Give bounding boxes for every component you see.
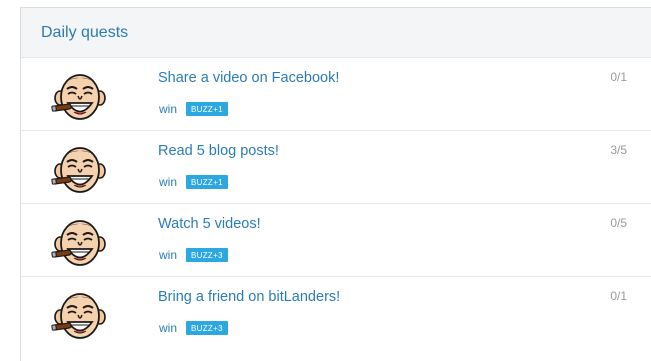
quest-title-link[interactable]: Bring a friend on bitLanders! <box>158 289 340 305</box>
quest-title-link[interactable]: Share a video on Facebook! <box>158 70 339 86</box>
buzz-badge: BUZZ+1 <box>186 102 228 116</box>
reward-label: win <box>159 321 178 335</box>
panel-title: Daily quests <box>41 23 129 41</box>
quest-progress: 0/1 <box>610 70 627 84</box>
buzz-badge: BUZZ+1 <box>186 175 228 189</box>
quest-list: Share a video on Facebook! win BUZZ+1 0/… <box>21 58 651 350</box>
reward-row: win BUZZ+3 <box>159 248 228 262</box>
quest-item: Bring a friend on bitLanders! win BUZZ+3… <box>21 277 651 350</box>
reward-row: win BUZZ+1 <box>159 175 228 189</box>
quest-progress: 3/5 <box>610 143 627 157</box>
quest-item: Read 5 blog posts! win BUZZ+1 3/5 <box>21 131 651 204</box>
quest-title-link[interactable]: Watch 5 videos! <box>158 216 261 232</box>
reward-label: win <box>159 175 178 189</box>
quest-progress: 0/5 <box>610 216 627 230</box>
quest-title-link[interactable]: Read 5 blog posts! <box>158 143 279 159</box>
quest-item: Watch 5 videos! win BUZZ+3 0/5 <box>21 204 651 277</box>
panel-header: Daily quests <box>21 8 651 58</box>
buzz-badge: BUZZ+3 <box>186 321 228 335</box>
buzz-badge: BUZZ+3 <box>186 248 228 262</box>
reward-label: win <box>159 102 178 116</box>
quest-item: Share a video on Facebook! win BUZZ+1 0/… <box>21 58 651 131</box>
daily-quests-panel: Daily quests Share a video on Facebook! … <box>20 7 651 361</box>
laughing-cigar-face-icon <box>51 214 109 268</box>
laughing-cigar-face-icon <box>51 287 109 341</box>
reward-row: win BUZZ+1 <box>159 102 228 116</box>
reward-row: win BUZZ+3 <box>159 321 228 335</box>
laughing-cigar-face-icon <box>51 141 109 195</box>
reward-label: win <box>159 248 178 262</box>
quest-progress: 0/1 <box>610 289 627 303</box>
laughing-cigar-face-icon <box>51 68 109 122</box>
